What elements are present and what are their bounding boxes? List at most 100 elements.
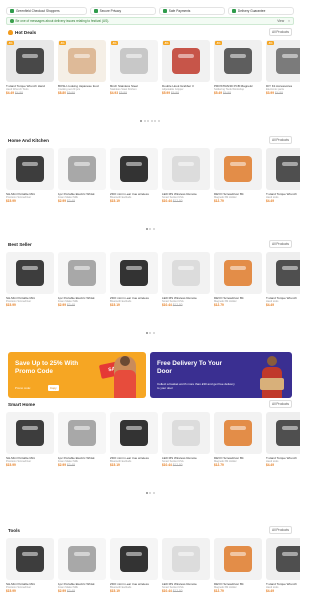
product-image[interactable] bbox=[58, 252, 106, 294]
product-image[interactable] bbox=[6, 412, 54, 454]
product-card[interactable]: -8% BOSLI cooking Japanese food Cooking … bbox=[58, 40, 106, 102]
promo-banner-delivery[interactable]: Free Delivery To Your Door Collect a bas… bbox=[150, 352, 292, 398]
product-card[interactable]: T-Hand Torque Wrench Hand tools $4.49 bbox=[266, 412, 300, 474]
view-all-products-link[interactable]: All Products bbox=[268, 136, 292, 144]
product-illustration bbox=[16, 260, 44, 286]
product-price: $10.44$12.50 bbox=[162, 303, 210, 307]
product-image[interactable] bbox=[266, 412, 300, 454]
product-image[interactable]: -8% bbox=[6, 40, 54, 82]
pagination-dot[interactable] bbox=[145, 228, 148, 230]
product-card[interactable]: DEVO Screwdriver Bit Magnetic Bit Holder… bbox=[214, 148, 262, 210]
product-image[interactable] bbox=[214, 412, 262, 454]
product-card[interactable]: SH-Mini Portable Mini Precision Screwdri… bbox=[6, 148, 54, 210]
pagination-dot[interactable] bbox=[154, 120, 157, 122]
pagination-dot[interactable] bbox=[150, 120, 153, 122]
product-image[interactable] bbox=[58, 538, 106, 580]
product-card[interactable]: SH-Mini Portable Mini Precision Screwdri… bbox=[6, 412, 54, 474]
product-card[interactable]: 1pc Portable Electric Whisk Foam Maker M… bbox=[58, 412, 106, 474]
copy-code-button[interactable]: Copy bbox=[48, 385, 59, 391]
product-card[interactable]: -8% Double Hook Grabber 3 Adjustable Gri… bbox=[162, 40, 210, 102]
product-image[interactable] bbox=[110, 538, 158, 580]
product-image[interactable]: -8% bbox=[214, 40, 262, 82]
pagination-dot[interactable] bbox=[147, 120, 150, 122]
product-price: $12.79 bbox=[214, 303, 262, 307]
pagination-dot[interactable] bbox=[149, 332, 151, 334]
carousel-pagination[interactable] bbox=[0, 492, 300, 494]
pagination-dot[interactable] bbox=[140, 120, 143, 122]
product-image[interactable] bbox=[214, 148, 262, 190]
view-all-products-link[interactable]: All Products bbox=[268, 526, 292, 534]
product-image[interactable]: -8% bbox=[266, 40, 300, 82]
product-image[interactable] bbox=[110, 412, 158, 454]
carousel-pagination[interactable] bbox=[0, 120, 300, 122]
product-image[interactable] bbox=[266, 538, 300, 580]
product-card[interactable]: ZDO mini in-ear true wireless Bluetooth … bbox=[110, 412, 158, 474]
close-icon[interactable]: × bbox=[288, 19, 290, 23]
pagination-dot[interactable] bbox=[145, 492, 148, 494]
product-image[interactable] bbox=[266, 252, 300, 294]
product-card[interactable]: LED MS Wireless Remote Smart Socket USA … bbox=[162, 252, 210, 314]
product-image[interactable] bbox=[214, 252, 262, 294]
product-card[interactable]: 1pc Portable Electric Whisk Foam Maker M… bbox=[58, 148, 106, 210]
product-image[interactable]: -8% bbox=[110, 40, 158, 82]
pagination-dot[interactable] bbox=[145, 332, 148, 334]
product-image[interactable] bbox=[110, 252, 158, 294]
product-card[interactable]: LED MS Wireless Remote Smart Socket USA … bbox=[162, 412, 210, 474]
product-price: $15.99 bbox=[6, 463, 54, 467]
product-card[interactable]: LED MS Wireless Remote Smart Socket USA … bbox=[162, 148, 210, 210]
product-card[interactable]: ZDO mini in-ear true wireless Bluetooth … bbox=[110, 252, 158, 314]
product-illustration bbox=[224, 420, 252, 446]
view-all-products-link[interactable]: All Products bbox=[268, 400, 292, 408]
product-card[interactable]: -8% DIY Kit Accessories Electronic parts… bbox=[266, 40, 300, 102]
notice-view-link[interactable]: View bbox=[277, 19, 284, 23]
product-image[interactable] bbox=[6, 538, 54, 580]
product-image[interactable] bbox=[110, 148, 158, 190]
product-card[interactable]: SH-Mini Portable Mini Precision Screwdri… bbox=[6, 252, 54, 314]
carousel-pagination[interactable] bbox=[0, 228, 300, 230]
product-image[interactable] bbox=[162, 412, 210, 454]
product-card[interactable]: ZDO mini in-ear true wireless Bluetooth … bbox=[110, 538, 158, 600]
product-image[interactable] bbox=[58, 148, 106, 190]
product-card[interactable]: T-Hand Torque Wrench Hand tools $4.49 bbox=[266, 538, 300, 600]
product-image[interactable]: -8% bbox=[162, 40, 210, 82]
product-image[interactable] bbox=[162, 538, 210, 580]
pagination-dot[interactable] bbox=[152, 332, 155, 334]
product-image[interactable] bbox=[6, 148, 54, 190]
product-card[interactable]: -8% PROSTRAND PCB Magnetic Soldering Too… bbox=[214, 40, 262, 102]
view-all-products-link[interactable]: All Products bbox=[268, 28, 292, 36]
product-card[interactable]: DEVO Screwdriver Bit Magnetic Bit Holder… bbox=[214, 538, 262, 600]
product-image[interactable] bbox=[58, 412, 106, 454]
old-price: $4.99 bbox=[14, 91, 23, 95]
product-card[interactable]: DEVO Screwdriver Bit Magnetic Bit Holder… bbox=[214, 252, 262, 314]
product-image[interactable] bbox=[6, 252, 54, 294]
pagination-dot[interactable] bbox=[152, 228, 155, 230]
pagination-dot[interactable] bbox=[143, 120, 146, 122]
current-price: $12.79 bbox=[214, 303, 224, 307]
product-image[interactable]: -8% bbox=[58, 40, 106, 82]
product-card[interactable]: SH-Mini Portable Mini Precision Screwdri… bbox=[6, 538, 54, 600]
product-card[interactable]: -8% T-Hand Torque Wrench Hand Hand Wrenc… bbox=[6, 40, 54, 102]
product-price: $12.79 bbox=[214, 199, 262, 203]
product-image[interactable] bbox=[266, 148, 300, 190]
promo-banner-discount[interactable]: Save Up to 25% With Promo Code Promo cod… bbox=[8, 352, 146, 398]
product-card[interactable]: 1pc Portable Electric Whisk Foam Maker M… bbox=[58, 252, 106, 314]
product-image[interactable] bbox=[162, 252, 210, 294]
product-card[interactable]: DEVO Screwdriver Bit Magnetic Bit Holder… bbox=[214, 412, 262, 474]
product-card[interactable]: -8% 8inch Stainless Steel Stainless Stee… bbox=[110, 40, 158, 102]
product-card[interactable]: ZDO mini in-ear true wireless Bluetooth … bbox=[110, 148, 158, 210]
product-image[interactable] bbox=[162, 148, 210, 190]
product-card[interactable]: 1pc Portable Electric Whisk Foam Maker M… bbox=[58, 538, 106, 600]
product-card[interactable]: T-Hand Torque Wrench Hand tools $4.49 bbox=[266, 252, 300, 314]
product-card[interactable]: T-Hand Torque Wrench Hand tools $4.49 bbox=[266, 148, 300, 210]
product-image[interactable] bbox=[214, 538, 262, 580]
carousel-pagination[interactable] bbox=[0, 332, 300, 334]
product-card[interactable]: LED MS Wireless Remote Smart Socket USA … bbox=[162, 538, 210, 600]
pagination-dot[interactable] bbox=[152, 492, 155, 494]
view-all-products-link[interactable]: All Products bbox=[268, 240, 292, 248]
pagination-dot[interactable] bbox=[149, 228, 151, 230]
pagination-dot[interactable] bbox=[149, 492, 151, 494]
product-illustration bbox=[276, 260, 300, 286]
pagination-dot[interactable] bbox=[157, 120, 160, 122]
trust-item-payments: Safe Payments bbox=[158, 7, 225, 15]
product-price: $15.99 bbox=[6, 303, 54, 307]
